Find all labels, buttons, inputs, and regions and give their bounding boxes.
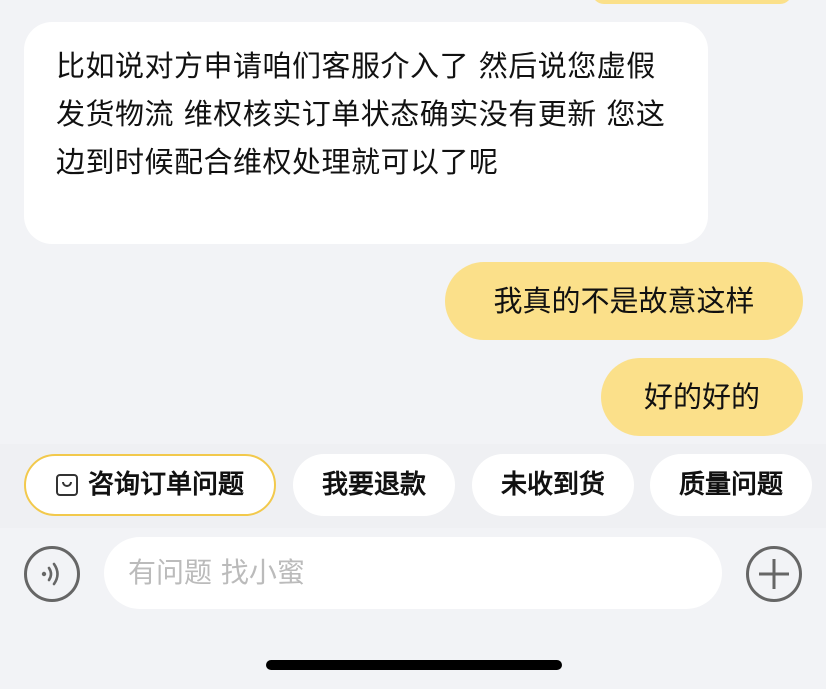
input-placeholder: 有问题 找小蜜	[128, 556, 305, 589]
quick-reply-label: 未收到货	[500, 470, 605, 500]
quick-reply-label: 质量问题	[678, 470, 783, 500]
user-message-text: 我真的不是故意这样	[493, 284, 755, 318]
quick-reply-quality-issue[interactable]: 质量问题	[650, 454, 812, 516]
quick-reply-not-received[interactable]: 未收到货	[472, 454, 634, 516]
order-icon	[55, 474, 78, 496]
quick-reply-refund[interactable]: 我要退款	[293, 454, 455, 516]
user-message-bubble: 好的好的	[601, 358, 803, 436]
agent-message-text: 比如说对方申请咱们客服介入了 然后说您虚假发货物流 维权核实订单状态确实没有更新…	[56, 49, 666, 179]
user-message-bubble: 我真的不是故意这样	[445, 262, 803, 340]
message-input[interactable]: 有问题 找小蜜	[104, 537, 722, 609]
home-indicator[interactable]	[266, 660, 562, 670]
more-options-button[interactable]	[746, 546, 802, 602]
quick-reply-label: 我要退款	[321, 470, 426, 500]
voice-input-button[interactable]	[24, 546, 80, 602]
user-message-text: 好的好的	[643, 380, 760, 414]
quick-reply-order-question[interactable]: 咨询订单问题	[24, 454, 276, 516]
previous-user-bubble	[592, 0, 792, 4]
agent-message-bubble: 比如说对方申请咱们客服介入了 然后说您虚假发货物流 维权核实订单状态确实没有更新…	[24, 22, 708, 244]
quick-reply-label: 咨询订单问题	[87, 470, 244, 500]
voice-icon	[41, 562, 59, 586]
